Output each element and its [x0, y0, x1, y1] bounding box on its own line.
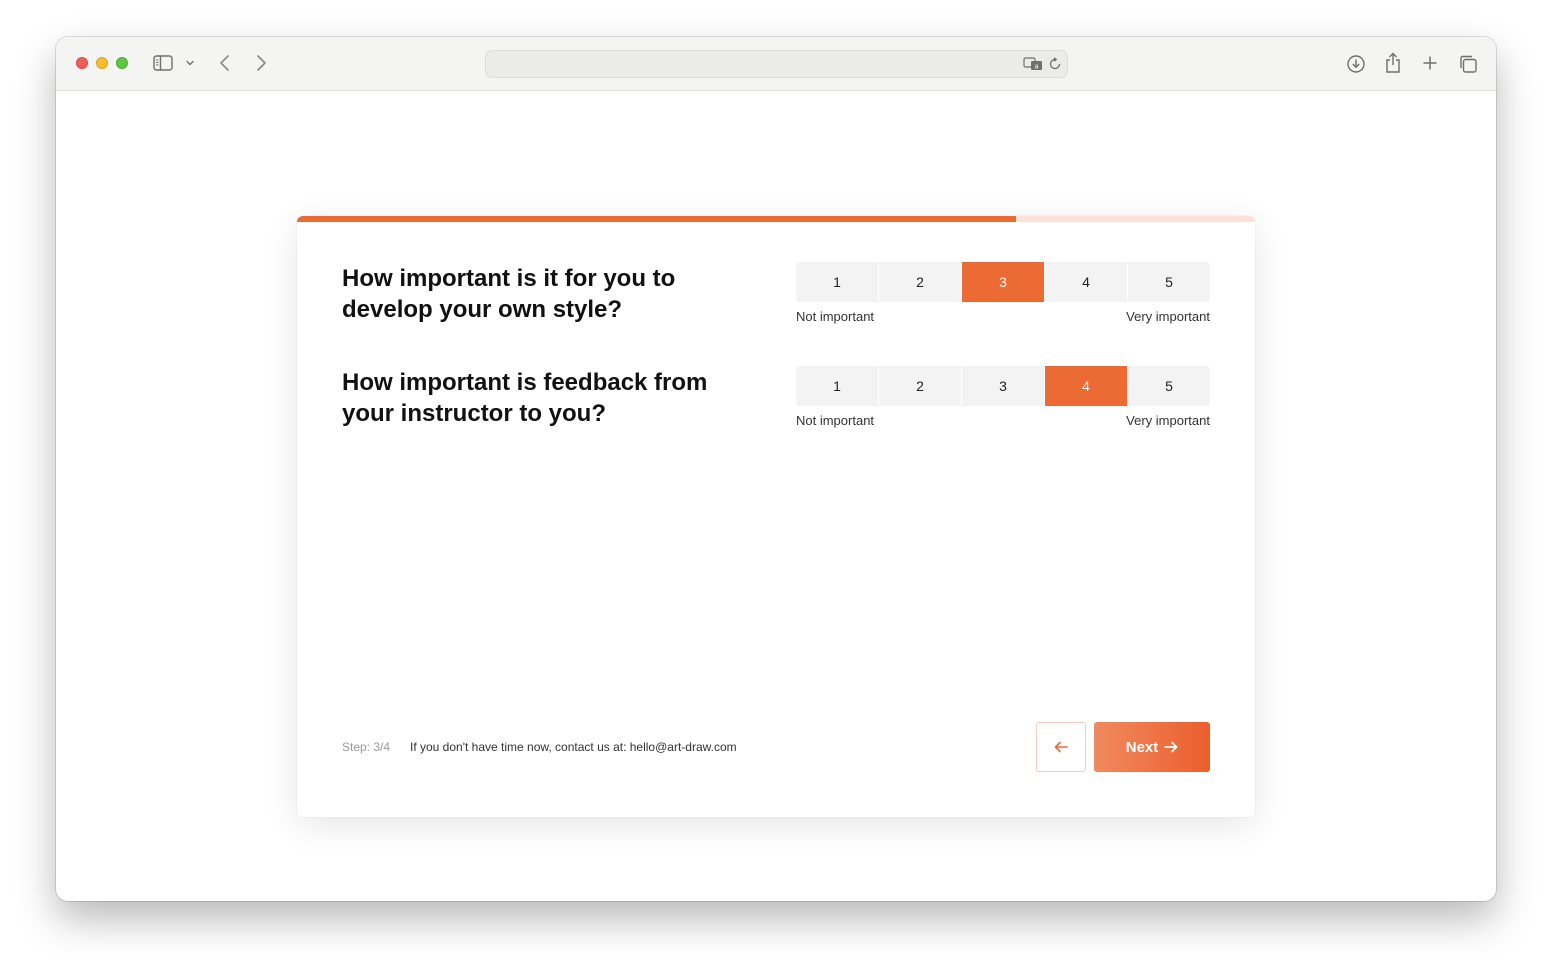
back-arrow-icon[interactable] — [216, 53, 234, 73]
question-2-rating-option-4[interactable]: 4 — [1045, 366, 1127, 406]
question-2-max-label: Very important — [1126, 413, 1210, 428]
translate-icon[interactable]: a — [1022, 55, 1044, 73]
address-bar[interactable]: a — [485, 50, 1068, 78]
question-2-rating-option-3[interactable]: 3 — [962, 366, 1044, 406]
forward-arrow-icon[interactable] — [252, 53, 270, 73]
question-1-rating-option-5[interactable]: 5 — [1128, 262, 1210, 302]
chevron-down-icon[interactable] — [184, 57, 196, 69]
back-button[interactable] — [1036, 722, 1086, 772]
address-input[interactable] — [494, 54, 1004, 74]
question-2-rating-option-5[interactable]: 5 — [1128, 366, 1210, 406]
survey-card: How important is it for you to develop y… — [297, 216, 1255, 817]
download-icon[interactable] — [1345, 53, 1367, 75]
question-1-text: How important is it for you to develop y… — [342, 265, 676, 323]
reload-icon[interactable] — [1047, 56, 1063, 72]
close-window-button[interactable] — [76, 57, 88, 69]
share-icon[interactable] — [1382, 51, 1404, 75]
question-1-min-label: Not important — [796, 309, 875, 324]
question-2-rating-option-2[interactable]: 2 — [879, 366, 961, 406]
step-indicator: Step: 3/4 — [342, 740, 391, 754]
browser-toolbar: a — [56, 37, 1496, 91]
sidebar-icon[interactable] — [152, 53, 174, 73]
question-2-min-label: Not important — [796, 413, 875, 428]
question-1-max-label: Very important — [1126, 309, 1210, 324]
next-button[interactable]: Next — [1094, 722, 1210, 772]
next-button-label: Next — [1125, 738, 1159, 756]
question-1-rating-option-2[interactable]: 2 — [879, 262, 961, 302]
svg-text:a: a — [1034, 63, 1038, 71]
arrow-left-icon — [1054, 741, 1068, 753]
minimize-window-button[interactable] — [96, 57, 108, 69]
progress-bar-fill — [297, 216, 1016, 222]
question-1-rating-option-4[interactable]: 4 — [1045, 262, 1127, 302]
tabs-icon[interactable] — [1457, 53, 1479, 75]
question-2-text: How important is feedback from your inst… — [342, 369, 708, 427]
question-1-rating-option-1[interactable]: 1 — [796, 262, 878, 302]
question-2-rating-scale: 1 2 3 4 5 — [796, 366, 1210, 406]
question-2-rating-option-1[interactable]: 1 — [796, 366, 878, 406]
question-1-rating-option-3[interactable]: 3 — [962, 262, 1044, 302]
maximize-window-button[interactable] — [116, 57, 128, 69]
plus-icon[interactable] — [1420, 53, 1440, 73]
progress-bar — [297, 216, 1255, 222]
contact-note: If you don't have time now, contact us a… — [410, 740, 737, 754]
arrow-right-icon — [1164, 741, 1178, 753]
question-1-rating-scale: 1 2 3 4 5 — [796, 262, 1210, 302]
